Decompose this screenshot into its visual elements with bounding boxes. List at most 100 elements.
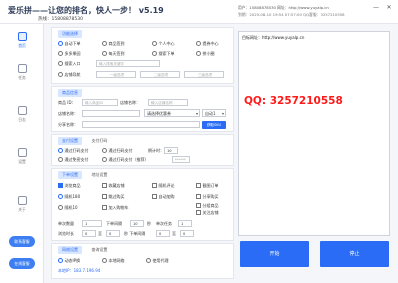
option-random-comment[interactable]: 随机评论 [152, 183, 175, 189]
close-button[interactable]: ✕ [385, 4, 393, 11]
radio-icon [196, 41, 201, 46]
option-pinxiaoquan[interactable]: 拼小圈 [196, 51, 215, 57]
sidebar-item-about[interactable]: 关于 [6, 196, 38, 220]
stop-button[interactable]: 停止 [320, 241, 389, 267]
option-skip-buy[interactable]: 跳过购买 [102, 194, 125, 200]
option-random-180[interactable]: 随机180 [58, 194, 80, 200]
shop-title-input[interactable] [82, 110, 140, 117]
option-product-signin[interactable]: 商品签到 [102, 41, 125, 47]
tab-address-settings[interactable]: 地址设置 [87, 171, 111, 179]
shop-title-label: 店铺名称： [58, 111, 78, 116]
option-group-product[interactable]: 分组商品 [196, 203, 219, 209]
option-add-cart[interactable]: 加入购物车 [102, 205, 129, 211]
sidebar-item-home[interactable]: 首页 [6, 32, 38, 56]
option-pay-recommended[interactable]: 通过打码支付（推荐） [102, 157, 149, 163]
search-keyword-input[interactable]: 输入搜索关键字 [96, 60, 160, 67]
radio-icon [58, 61, 63, 66]
option-follow-shop[interactable]: 关注店铺 [196, 210, 219, 216]
tab-function[interactable]: 功能选择 [58, 30, 82, 38]
option-search-order[interactable]: 搜索下单 [152, 51, 175, 57]
radio-icon [102, 51, 107, 56]
tab-query-settings[interactable]: 查询设置 [87, 246, 111, 254]
function-tabs: 功能选择 [58, 30, 86, 39]
option-daily-signin[interactable]: 每天签到 [102, 51, 125, 57]
countdown-input[interactable]: 10 [164, 147, 178, 154]
auto-select[interactable]: 自动1 [202, 109, 226, 117]
user-info-line1: 用户：15808878530 网址：http://www.yuyalp.cn [238, 5, 329, 10]
radio-icon [102, 157, 107, 162]
product-id-input[interactable]: 输入商品ID [82, 99, 118, 106]
checkbox-icon [196, 183, 201, 188]
to-label: 至 [98, 231, 102, 236]
sidebar-item-label: 关于 [18, 207, 26, 212]
option-orchard[interactable]: 多多果园 [58, 51, 81, 57]
stop-interval-label: 秒 下单间隔 [124, 231, 146, 236]
checkbox-icon [102, 194, 107, 199]
radio-icon [58, 205, 63, 210]
order-section: 下单设置 地址设置 浏览商品 收藏店铺 随机评论 截图订单 随机180 跳过购买… [51, 168, 234, 241]
per-task-input[interactable]: 1 [178, 220, 192, 227]
pay-password-input[interactable]: ****** [172, 156, 190, 163]
tab-order-settings[interactable]: 下单设置 [58, 171, 82, 179]
checkbox-icon [58, 183, 63, 188]
start-button[interactable]: 开始 [240, 241, 309, 267]
option-pay-captcha[interactable]: 通过打码支付 [58, 148, 89, 154]
option-coupon-center[interactable]: 提券中心 [196, 41, 219, 47]
stop-interval-to-input[interactable]: 0 [180, 230, 194, 237]
fetch-sku-button[interactable]: 获取SKU [202, 121, 226, 129]
stop-interval-from-input[interactable]: 0 [156, 230, 170, 237]
radio-icon [152, 51, 157, 56]
product-id-label: 商品 ID： [58, 100, 76, 105]
radio-icon [152, 41, 157, 46]
app-window: 爱乐拼——让您的排名，快人一步！ v5.19 热线：15808878530 用户… [0, 0, 398, 283]
tab-network-settings[interactable]: 网络设置 [58, 246, 82, 254]
coupon-select[interactable]: 请选择优惠券 [144, 109, 200, 117]
radio-icon [102, 258, 107, 263]
option-auto-order[interactable]: 自动下单 [58, 41, 81, 47]
sidebar-item-task[interactable]: 任务 [6, 64, 38, 88]
option-pay-nopwd[interactable]: 通过免密支付 [58, 157, 89, 163]
browse-time-from-input[interactable]: 0 [82, 230, 96, 237]
order-interval-input[interactable]: 10 [130, 220, 144, 227]
nav-level1-input[interactable]: 一级选项 [96, 71, 136, 78]
nav-level3-input[interactable]: 三级选项 [184, 71, 224, 78]
option-shop-nav[interactable]: 店铺导航 [58, 72, 81, 78]
share-name-input[interactable] [82, 121, 200, 128]
sidebar-item-label: 日志 [18, 117, 26, 122]
option-random-10[interactable]: 随机10 [58, 205, 78, 211]
log-panel[interactable]: 目标网址：http://www.yuyalp.cn QQ: 3257210558 [238, 31, 390, 236]
sidebar-item-label: 任务 [18, 75, 26, 80]
target-url-text: 目标网址：http://www.yuyalp.cn [242, 35, 305, 40]
option-pay-scan[interactable]: 通过扫码支付 [102, 148, 133, 154]
nav-level2-input[interactable]: 二级选项 [140, 71, 180, 78]
option-personal-center[interactable]: 个人中心 [152, 41, 175, 47]
shop-name-input[interactable]: 输入店铺名称 [148, 99, 188, 106]
pay-tabs: 支付设置 支付打码 [58, 137, 115, 146]
option-share-buy[interactable]: 分享购买 [196, 194, 219, 200]
option-browse-product[interactable]: 浏览商品 [58, 183, 81, 189]
app-title: 爱乐拼——让您的排名，快人一步！ v5.19 [8, 6, 164, 15]
network-section: 网络设置 查询设置 动态IP换 本地网络 使用代理 本地IP：183.7.196… [51, 243, 234, 279]
hotline-text: 热线：15808878530 [38, 17, 83, 22]
qty-input[interactable]: 1 [82, 220, 102, 227]
tab-product[interactable]: 商品信息 [58, 89, 82, 97]
option-fav-shop[interactable]: 收藏店铺 [102, 183, 125, 189]
minimize-button[interactable]: — [372, 4, 380, 11]
checkbox-icon [102, 183, 107, 188]
browse-time-to-input[interactable]: 0 [106, 230, 120, 237]
tab-pay-captcha[interactable]: 支付打码 [87, 137, 111, 145]
sidebar-item-log[interactable]: 日志 [6, 106, 38, 130]
option-local-network[interactable]: 本地网络 [102, 258, 125, 264]
option-search-entry[interactable]: 搜索入口 [58, 61, 81, 67]
option-auto-cart[interactable]: 自动加购 [152, 194, 175, 200]
local-ip-text: 本地IP：183.7.196.94 [58, 268, 101, 273]
checkbox-icon [152, 194, 157, 199]
option-dynamic-ip[interactable]: 动态IP换 [58, 258, 80, 264]
option-use-proxy[interactable]: 使用代理 [146, 258, 169, 264]
online-service-button[interactable]: 在线客服 [9, 258, 35, 269]
option-screenshot-order[interactable]: 截图订单 [196, 183, 219, 189]
order-interval-label: 下单间隔 [106, 221, 122, 226]
sidebar-item-settings[interactable]: 设置 [6, 148, 38, 172]
contact-service-button[interactable]: 联系客服 [9, 236, 35, 247]
tab-pay-settings[interactable]: 支付设置 [58, 137, 82, 145]
